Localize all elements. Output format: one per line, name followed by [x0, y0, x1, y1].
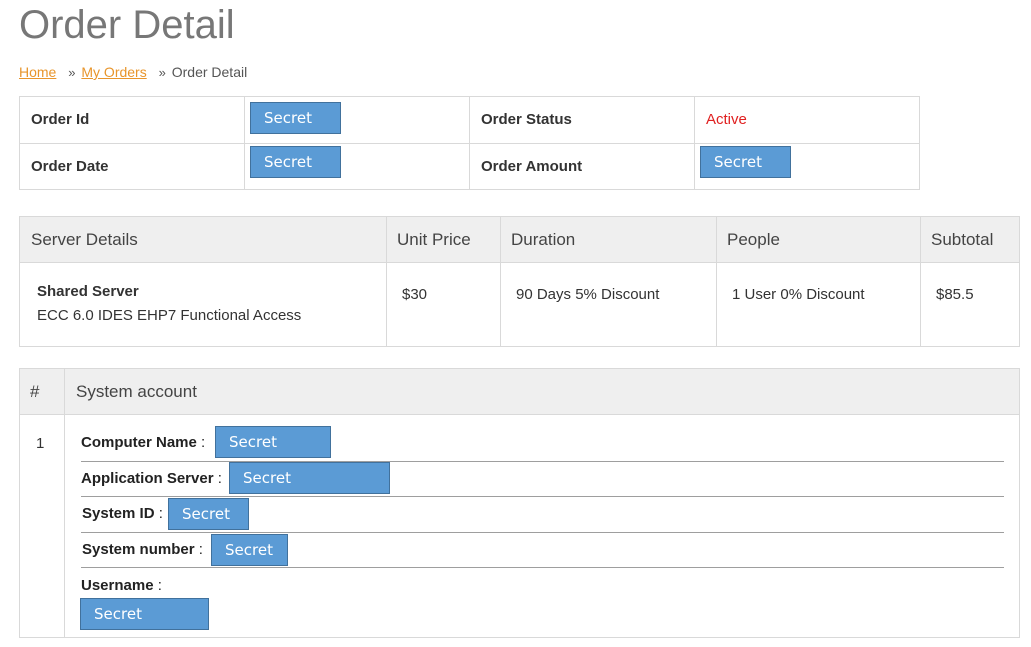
breadcrumb: Home » My Orders » Order Detail: [19, 64, 247, 81]
server-name: Shared Server: [37, 283, 139, 300]
order-info-table: Order Id Secret Order Status Active Orde…: [19, 96, 920, 190]
server-description: ECC 6.0 IDES EHP7 Functional Access: [37, 307, 302, 324]
header-duration: Duration: [511, 230, 576, 249]
order-date-value-cell: Secret: [245, 143, 470, 189]
breadcrumb-my-orders-link[interactable]: My Orders: [81, 64, 146, 80]
username-redaction: Secret: [80, 598, 209, 630]
order-amount-redaction: Secret: [700, 146, 791, 178]
system-id-field: System ID : Secret: [81, 497, 1004, 533]
header-subtotal: Subtotal: [931, 230, 994, 249]
username-label: Username :: [81, 577, 162, 594]
subtotal-value: $85.5: [936, 286, 974, 303]
people-value: 1 User 0% Discount: [732, 286, 865, 303]
order-amount-label: Order Amount: [481, 158, 583, 175]
server-details-table: Server Details Unit Price Duration Peopl…: [19, 216, 1020, 347]
computer-name-label: Computer Name :: [81, 434, 206, 451]
order-status-badge: Active: [706, 111, 747, 128]
order-amount-label-cell: Order Amount: [470, 143, 695, 189]
application-server-field: Application Server : Secret: [81, 462, 1004, 497]
header-system-account: System account: [76, 382, 197, 401]
duration-value: 90 Days 5% Discount: [516, 286, 660, 303]
system-id-redaction: Secret: [168, 498, 249, 530]
column-divider: [64, 369, 65, 637]
order-amount-value-cell: Secret: [695, 143, 919, 189]
application-server-label: Application Server :: [81, 470, 222, 487]
system-number-redaction: Secret: [211, 534, 288, 566]
order-status-label-cell: Order Status: [470, 97, 695, 143]
system-number-field: System number : Secret: [81, 533, 1004, 568]
order-id-label: Order Id: [31, 111, 90, 128]
order-status-label: Order Status: [481, 111, 572, 128]
header-people: People: [727, 230, 780, 249]
breadcrumb-separator: »: [158, 65, 166, 80]
unit-price-value: $30: [402, 286, 428, 303]
computer-name-field: Computer Name : Secret: [81, 425, 1004, 462]
system-number-label: System number :: [82, 541, 203, 558]
header-number: #: [30, 382, 40, 401]
row-number: 1: [36, 435, 45, 452]
computer-name-redaction: Secret: [215, 426, 331, 458]
header-unit-price: Unit Price: [397, 230, 471, 249]
application-server-redaction: Secret: [229, 462, 390, 494]
order-date-label: Order Date: [31, 158, 109, 175]
order-id-redaction: Secret: [250, 102, 341, 134]
order-date-redaction: Secret: [250, 146, 341, 178]
username-field: Username : Secret: [80, 568, 1004, 632]
order-status-value-cell: Active: [695, 97, 919, 143]
server-cell: Shared Server ECC 6.0 IDES EHP7 Function…: [20, 280, 301, 328]
breadcrumb-home-link[interactable]: Home: [19, 64, 56, 80]
page-title: Order Detail: [19, 3, 235, 47]
order-id-label-cell: Order Id: [20, 97, 245, 143]
order-date-label-cell: Order Date: [20, 143, 245, 189]
system-account-table: # System account 1 Computer Name : Secre…: [19, 368, 1020, 638]
system-id-label: System ID :: [82, 505, 163, 522]
order-id-value-cell: Secret: [245, 97, 470, 143]
breadcrumb-separator: »: [68, 65, 76, 80]
header-server-details: Server Details: [31, 230, 138, 249]
breadcrumb-current: Order Detail: [171, 64, 248, 80]
